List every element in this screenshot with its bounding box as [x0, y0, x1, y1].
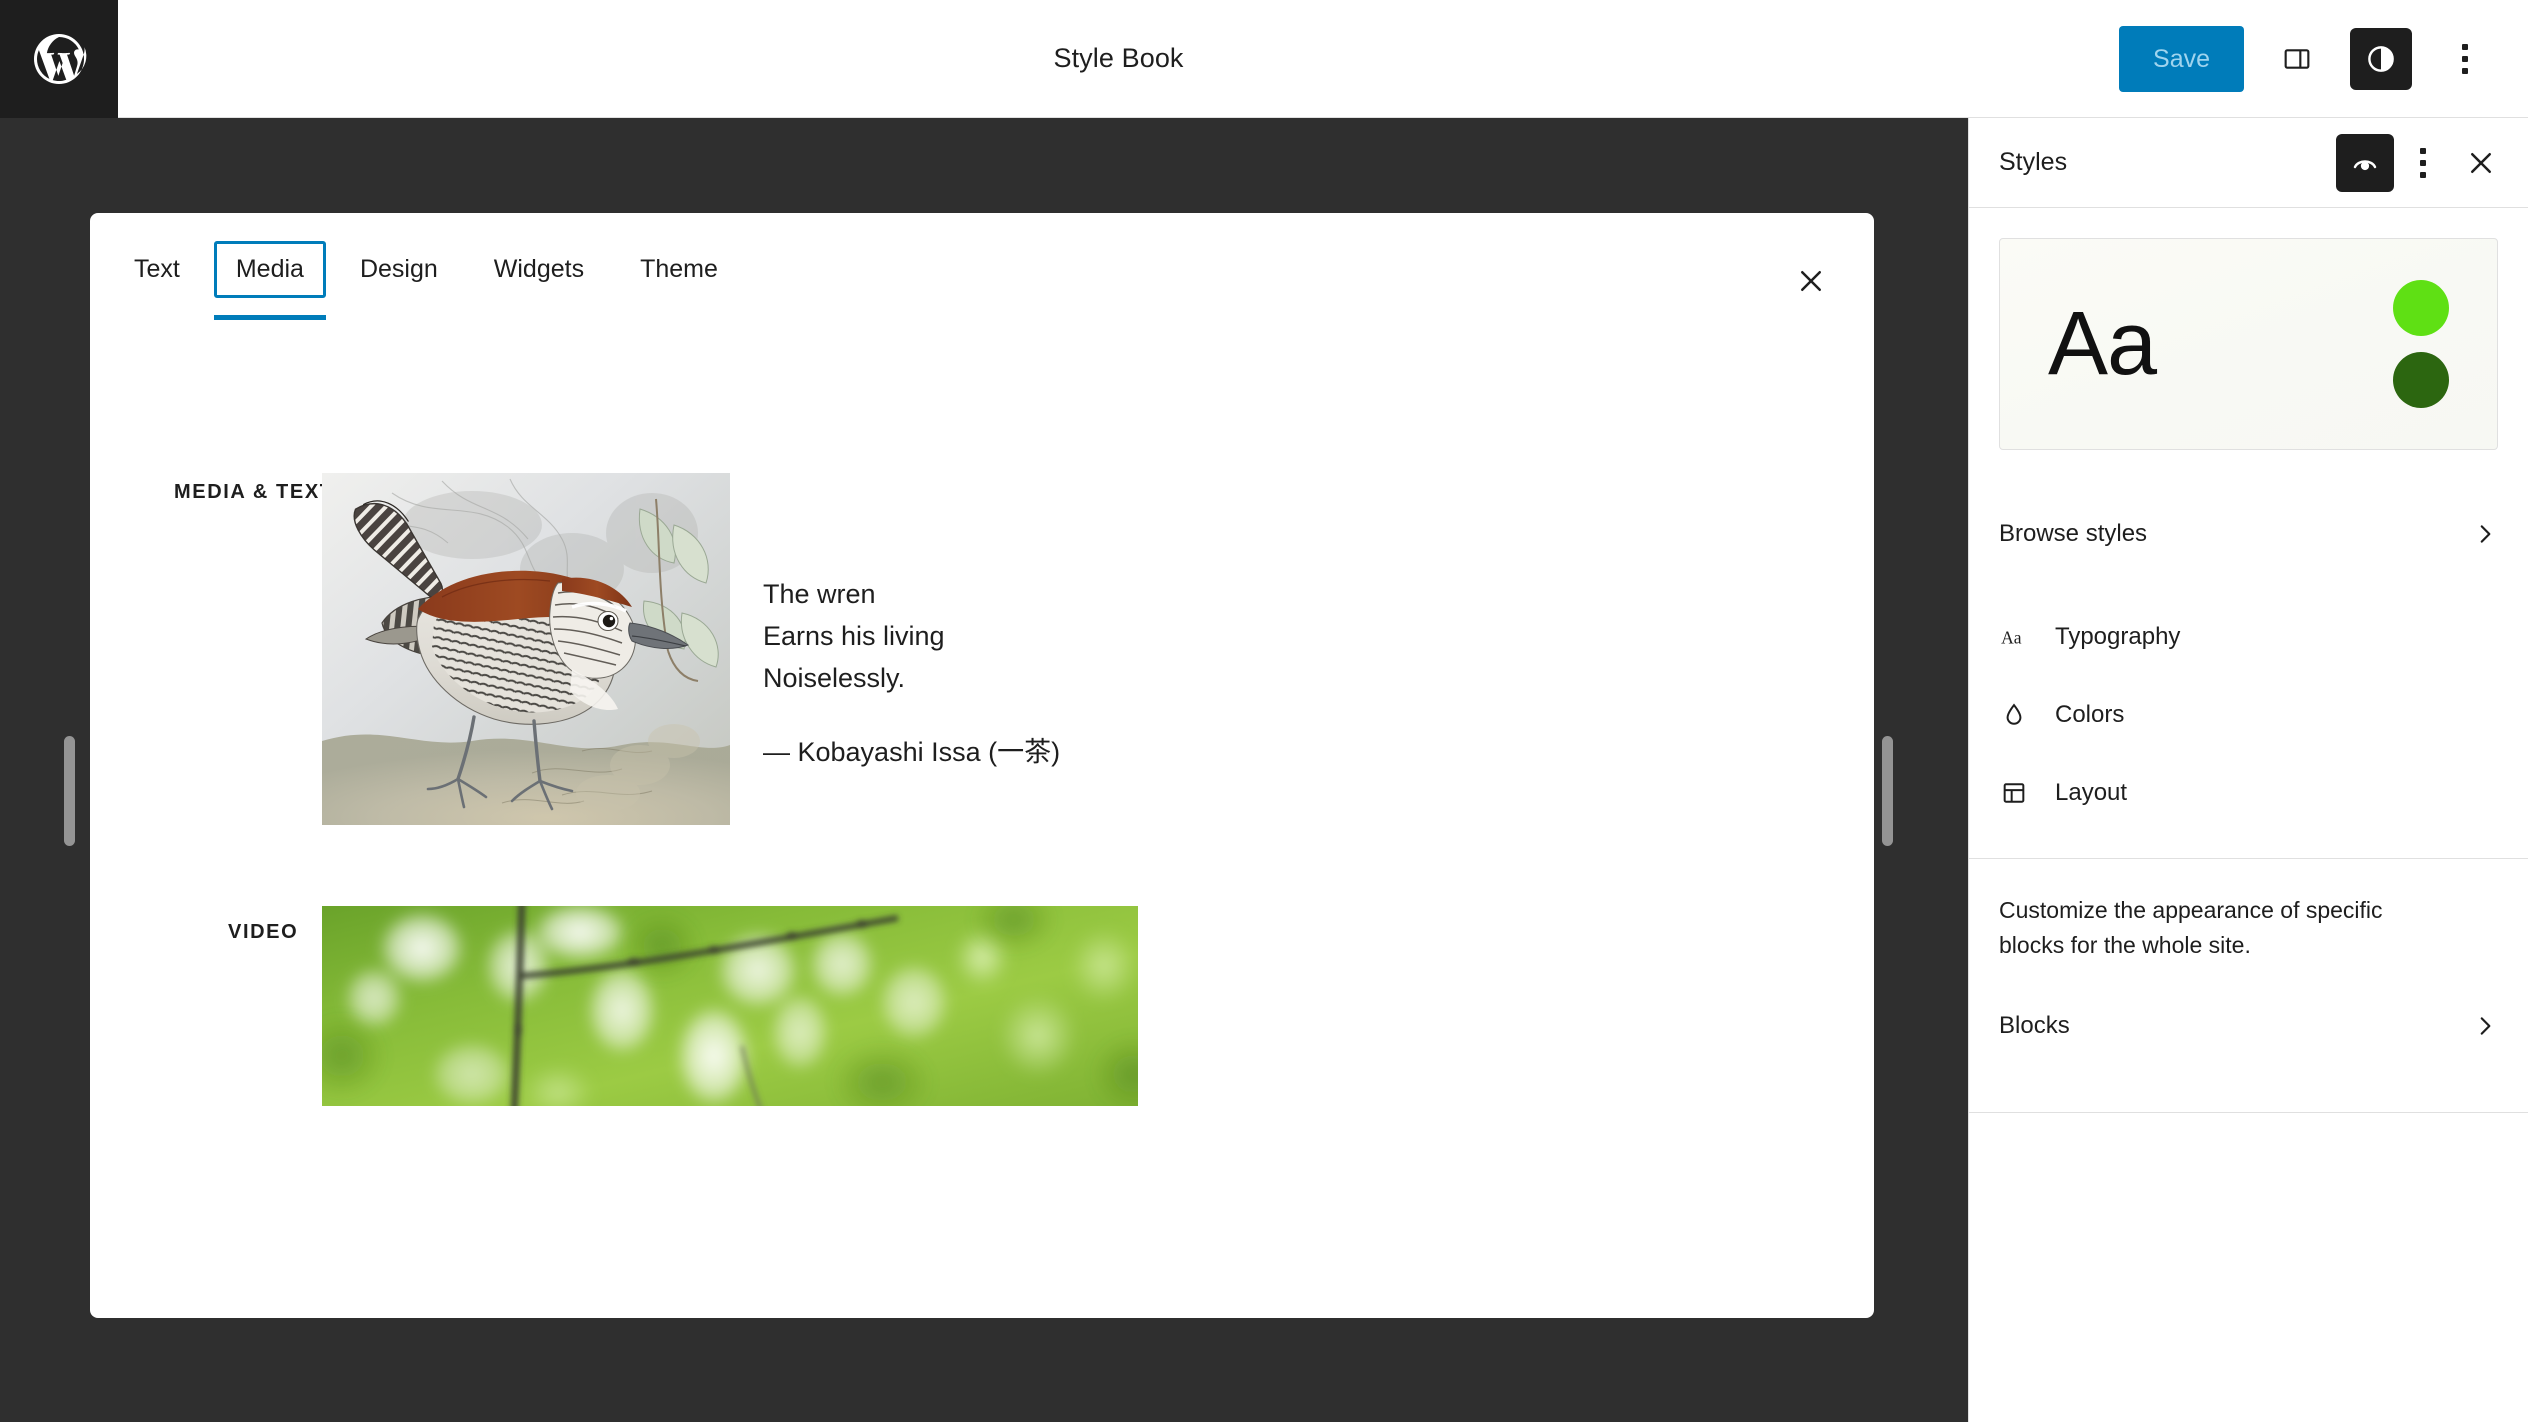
browse-styles-label: Browse styles	[1999, 520, 2148, 547]
save-button[interactable]: Save	[2119, 25, 2244, 92]
editor-header: Style Book Save	[0, 0, 2528, 118]
styles-sidebar-header: Styles	[1969, 118, 2528, 208]
close-icon	[1796, 266, 1826, 299]
browse-styles-row[interactable]: Browse styles	[1969, 496, 2528, 572]
preview-color-swatches	[2393, 280, 2449, 408]
wren-illustration	[322, 473, 730, 825]
tab-text[interactable]: Text	[112, 241, 202, 314]
more-options-button[interactable]	[2434, 28, 2496, 90]
tab-widgets[interactable]: Widgets	[472, 241, 606, 314]
tab-design[interactable]: Design	[338, 241, 460, 314]
style-book-toggle-button[interactable]	[2336, 133, 2394, 192]
styles-sidebar: Styles Aa Browse styles Aa Typography Co…	[1968, 118, 2528, 1422]
poem-attribution: — Kobayashi Issa (一茶)	[763, 736, 1061, 767]
sidebar-divider-bottom	[1969, 1112, 2528, 1113]
chevron-right-icon	[2472, 521, 2498, 547]
style-book-eye-icon	[2349, 147, 2381, 179]
section-label-media-text: MEDIA & TEXT	[174, 481, 334, 503]
tab-theme[interactable]: Theme	[618, 241, 740, 314]
canvas-resize-handle-left[interactable]	[64, 736, 75, 846]
styles-nav-colors-label: Colors	[2055, 701, 2125, 728]
poem-line-3: Noiselessly.	[763, 662, 906, 693]
media-text-block-example: The wren Earns his living Noiselessly. —…	[322, 473, 1792, 825]
styles-close-button[interactable]	[2452, 134, 2510, 192]
header-actions: Save	[2119, 25, 2528, 92]
color-swatch-secondary	[2393, 352, 2449, 408]
sidebar-panel-icon	[2281, 43, 2313, 75]
styles-more-options-button[interactable]	[2394, 134, 2452, 192]
kebab-menu-icon	[2462, 43, 2468, 74]
style-book-tabs: Text Media Design Widgets Theme	[90, 213, 1874, 321]
canvas-resize-handle-right[interactable]	[1882, 736, 1893, 846]
style-preview-card[interactable]: Aa	[1999, 238, 2498, 450]
styles-toggle-button[interactable]	[2350, 27, 2412, 90]
styles-panel-title: Styles	[1999, 148, 2068, 176]
styles-nav-layout[interactable]: Layout	[1969, 754, 2528, 832]
video-block-example[interactable]	[322, 906, 1138, 1106]
preview-sample-text: Aa	[2048, 294, 2157, 394]
style-book-close-button[interactable]	[1782, 253, 1840, 311]
blocks-label: Blocks	[1999, 1012, 2070, 1039]
svg-text:Aa: Aa	[2001, 627, 2022, 647]
typography-aa-icon: Aa	[1999, 623, 2029, 651]
kebab-menu-icon	[2420, 147, 2426, 178]
layout-grid-icon	[1999, 779, 2029, 807]
page-title: Style Book	[1053, 43, 1184, 73]
color-drop-icon	[1999, 701, 2029, 729]
blocks-row[interactable]: Blocks	[1969, 988, 2528, 1064]
poem-line-2: Earns his living	[763, 620, 945, 651]
app-root: Style Book Save Text Media Design Widget…	[0, 0, 2528, 1422]
poem-line-1: The wren	[763, 579, 876, 609]
styles-nav-layout-label: Layout	[2055, 779, 2128, 806]
wordpress-logo-icon	[29, 29, 89, 89]
styles-nav-colors[interactable]: Colors	[1969, 676, 2528, 754]
wordpress-logo-button[interactable]	[0, 0, 118, 118]
blocks-description: Customize the appearance of specific blo…	[1999, 897, 2383, 958]
styles-nav-typography[interactable]: Aa Typography	[1969, 598, 2528, 676]
style-book-panel: Text Media Design Widgets Theme MEDIA & …	[90, 213, 1874, 1318]
sidebar-toggle-button[interactable]	[2266, 28, 2328, 90]
color-swatch-primary	[2393, 280, 2449, 336]
close-icon	[2466, 148, 2496, 178]
contrast-styles-icon	[2364, 42, 2398, 76]
section-label-video: VIDEO	[228, 921, 299, 943]
tab-media[interactable]: Media	[213, 241, 327, 320]
editor-canvas-area: Text Media Design Widgets Theme MEDIA & …	[0, 118, 1968, 1422]
chevron-right-icon	[2472, 1013, 2498, 1039]
styles-nav-typography-label: Typography	[2055, 623, 2181, 650]
styles-nav-group: Aa Typography Colors Layout	[1969, 572, 2528, 858]
media-text-content: The wren Earns his living Noiselessly. —…	[730, 473, 1792, 773]
